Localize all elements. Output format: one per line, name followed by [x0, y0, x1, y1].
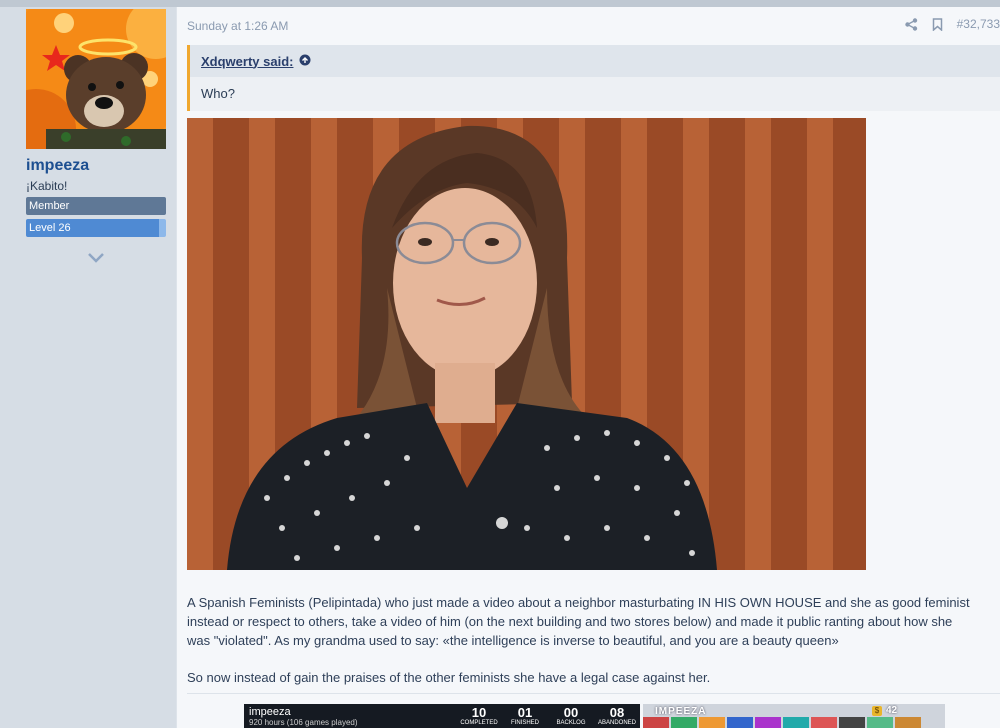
level-banner: Level 26 — [26, 219, 166, 237]
username-link[interactable]: impeeza — [26, 157, 89, 175]
arrow-up-circle-icon[interactable] — [299, 54, 311, 69]
game-cover — [839, 717, 865, 728]
stat-value: 10 — [471, 705, 487, 720]
post-paragraph-1: A Spanish Feminists (Pelipintada) who ju… — [187, 593, 1000, 650]
stat-backlog: 00 BACKLOG — [548, 706, 594, 727]
avatar[interactable] — [26, 9, 166, 149]
post-image[interactable] — [187, 118, 866, 570]
signature-collection-count: 42 — [886, 705, 898, 716]
post: Sunday at 1:26 AM #32,733 Xdqwerty said: — [176, 7, 1000, 728]
game-cover — [671, 717, 697, 728]
post-paragraph-2: So now instead of gain the praises of th… — [187, 670, 711, 685]
user-column: impeeza ¡Kabito! Member Level 26 — [0, 7, 176, 728]
stat-label: FINISHED — [510, 720, 539, 726]
post-body: A Spanish Feminists (Pelipintada) who ju… — [187, 593, 1000, 705]
stat-abandoned: 08 ABANDONED — [594, 706, 640, 727]
top-strip — [0, 0, 1000, 7]
share-icon[interactable] — [904, 17, 918, 31]
game-cover — [895, 717, 921, 728]
quote-author-link[interactable]: Xdqwerty said: — [201, 54, 293, 69]
signature-username: impeeza — [249, 706, 291, 718]
stat-label: ABANDONED — [597, 720, 636, 726]
game-cover-strip — [643, 717, 921, 728]
stat-label: BACKLOG — [556, 720, 586, 726]
quote-header: Xdqwerty said: — [190, 45, 1000, 77]
game-cover — [755, 717, 781, 728]
stat-value: 01 — [517, 705, 533, 720]
game-cover — [727, 717, 753, 728]
stat-finished: 01 FINISHED — [502, 706, 548, 727]
chevron-down-icon[interactable] — [86, 251, 106, 265]
game-cover — [783, 717, 809, 728]
quote-block: Xdqwerty said: Who? — [187, 45, 1000, 111]
stat-completed: 10 COMPLETED — [456, 706, 502, 727]
user-title: ¡Kabito! — [26, 179, 68, 193]
post-line: instead or respect to others, take a vid… — [187, 614, 953, 629]
post-actions: #32,733 — [904, 17, 1000, 31]
signature-hours: 920 hours (106 games played) — [249, 718, 358, 727]
bookmark-icon[interactable] — [932, 17, 943, 31]
post-number-link[interactable]: #32,733 — [957, 17, 1000, 31]
game-cover — [643, 717, 669, 728]
coin-icon: $ — [872, 706, 882, 716]
post-line: was "violated". As my grandma used to sa… — [187, 633, 839, 648]
signature-divider — [187, 693, 1000, 694]
quote-text: Who? — [201, 86, 235, 101]
signature-collection-name: IMPEEZA — [655, 706, 707, 717]
post-date[interactable]: Sunday at 1:26 AM — [187, 19, 288, 33]
game-cover — [811, 717, 837, 728]
post-line: A Spanish Feminists (Pelipintada) who ju… — [187, 595, 970, 610]
stat-value: 08 — [609, 705, 625, 720]
signature-game-collection-card[interactable]: IMPEEZA $ 42 — [643, 704, 945, 728]
stat-value: 00 — [563, 705, 579, 720]
game-cover — [867, 717, 893, 728]
signature-game-stats-card[interactable]: impeeza 920 hours (106 games played) 10 … — [244, 704, 640, 728]
stat-label: COMPLETED — [460, 720, 498, 726]
game-cover — [699, 717, 725, 728]
member-banner: Member — [26, 197, 166, 215]
